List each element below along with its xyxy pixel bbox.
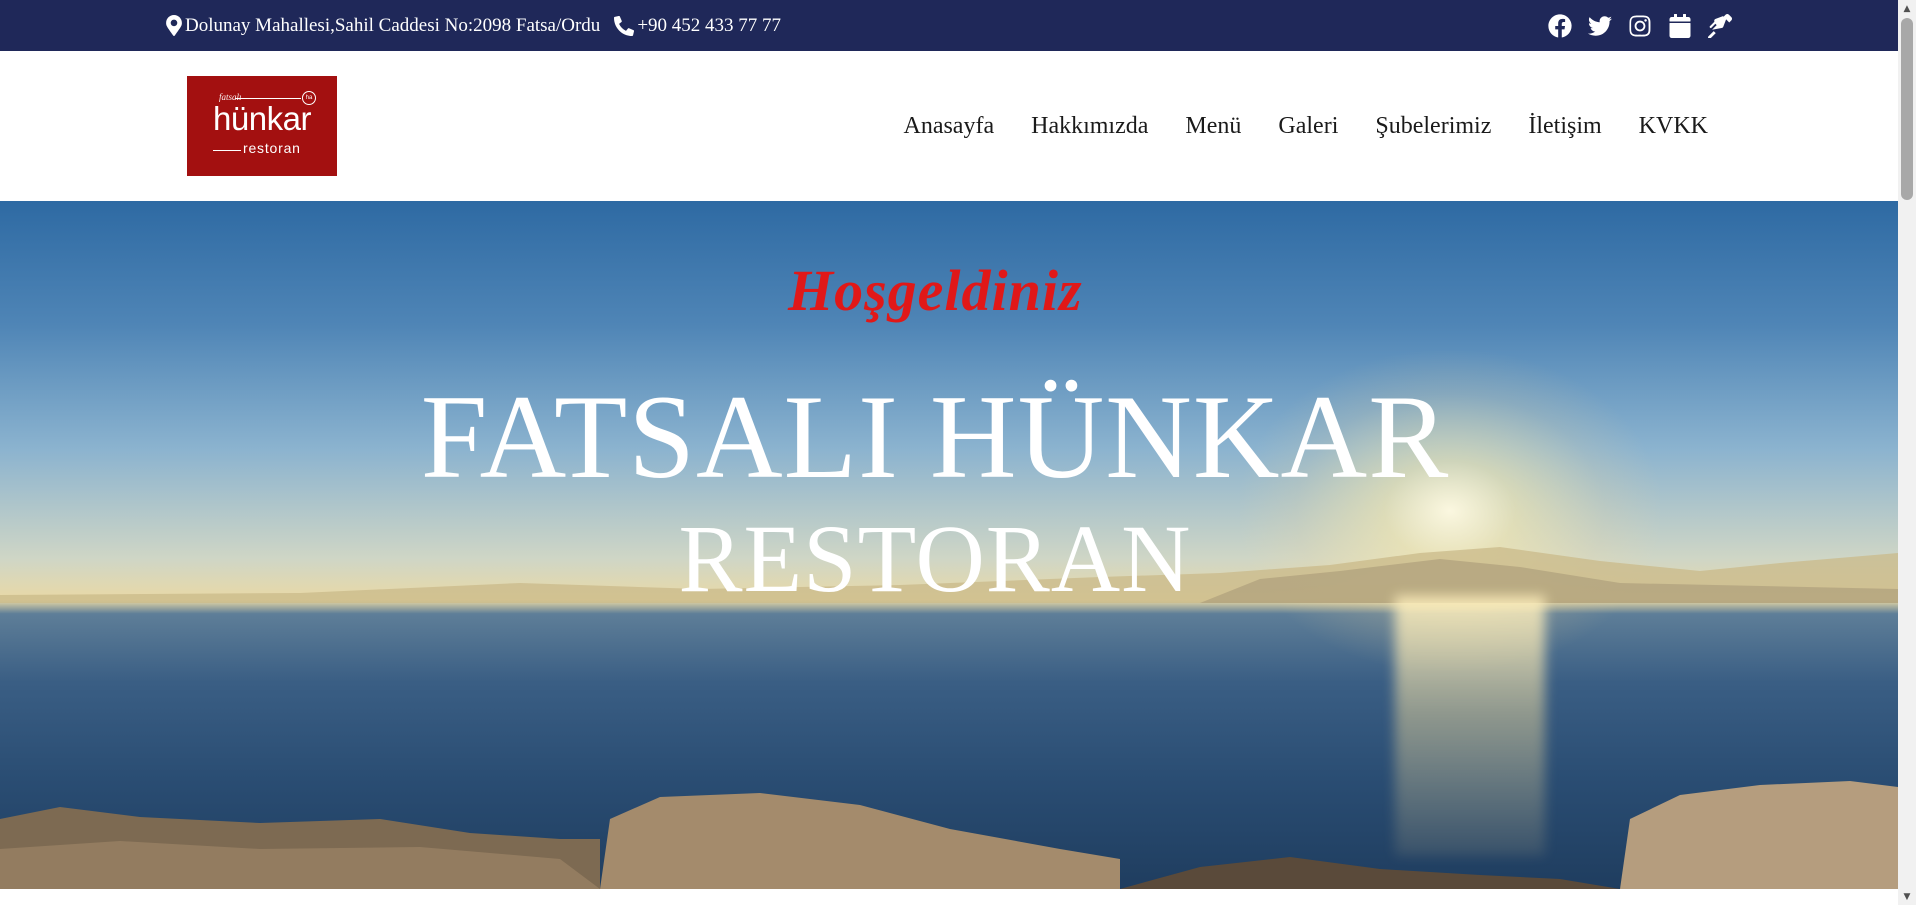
phone-text: +90 452 433 77 77: [637, 14, 782, 36]
logo-sub-text: restoran: [243, 140, 301, 156]
logo-divider-bottom: [213, 150, 241, 151]
pen-icon[interactable]: [1708, 13, 1732, 38]
scroll-down-icon[interactable]: ▼: [1898, 888, 1916, 905]
main-nav: Anasayfa Hakkımızda Menü Galeri Şubeleri…: [866, 51, 1708, 201]
vertical-scrollbar[interactable]: ▲ ▼: [1898, 0, 1916, 905]
hero-title-line-2: RESTORAN: [678, 505, 1192, 612]
logo-main-text: hünkar: [213, 100, 311, 137]
calendar-icon[interactable]: [1668, 13, 1692, 38]
contact-info: Dolunay Mahallesi,Sahil Caddesi No:2098 …: [166, 0, 781, 51]
nav-item-iletisim[interactable]: İletişim: [1528, 113, 1601, 140]
twitter-icon[interactable]: [1588, 14, 1612, 38]
scroll-thumb[interactable]: [1901, 18, 1913, 200]
nav-item-galeri[interactable]: Galeri: [1278, 113, 1338, 140]
site-logo[interactable]: fatsalı ha hünkar restoran: [187, 76, 337, 176]
scroll-up-icon[interactable]: ▲: [1898, 0, 1916, 17]
top-bar: Dolunay Mahallesi,Sahil Caddesi No:2098 …: [0, 0, 1898, 51]
hero-banner: Hoşgeldiniz FATSALI HÜNKAR RESTORAN: [0, 201, 1898, 889]
logo-divider-top: [235, 98, 301, 99]
instagram-icon[interactable]: [1628, 14, 1652, 38]
site-header: fatsalı ha hünkar restoran Anasayfa Hakk…: [0, 51, 1898, 201]
nav-item-anasayfa[interactable]: Anasayfa: [903, 113, 994, 140]
social-links: [1532, 0, 1732, 51]
nav-item-subelerimiz[interactable]: Şubelerimiz: [1375, 113, 1491, 140]
map-marker-icon: [166, 15, 182, 36]
hero-title-line-1: FATSALI HÜNKAR: [420, 370, 1450, 503]
hero-welcome-text: Hoşgeldiniz: [788, 258, 1083, 323]
nav-item-hakkimizda[interactable]: Hakkımızda: [1031, 113, 1148, 140]
phone-icon: [614, 15, 635, 36]
nav-item-menu[interactable]: Menü: [1185, 113, 1241, 140]
phone[interactable]: +90 452 433 77 77: [614, 15, 781, 37]
address-text: Dolunay Mahallesi,Sahil Caddesi No:2098 …: [185, 14, 601, 36]
nav-item-kvkk[interactable]: KVKK: [1639, 113, 1708, 140]
address: Dolunay Mahallesi,Sahil Caddesi No:2098 …: [166, 15, 600, 37]
rocks-image: [0, 781, 1898, 889]
facebook-icon[interactable]: [1548, 13, 1572, 38]
